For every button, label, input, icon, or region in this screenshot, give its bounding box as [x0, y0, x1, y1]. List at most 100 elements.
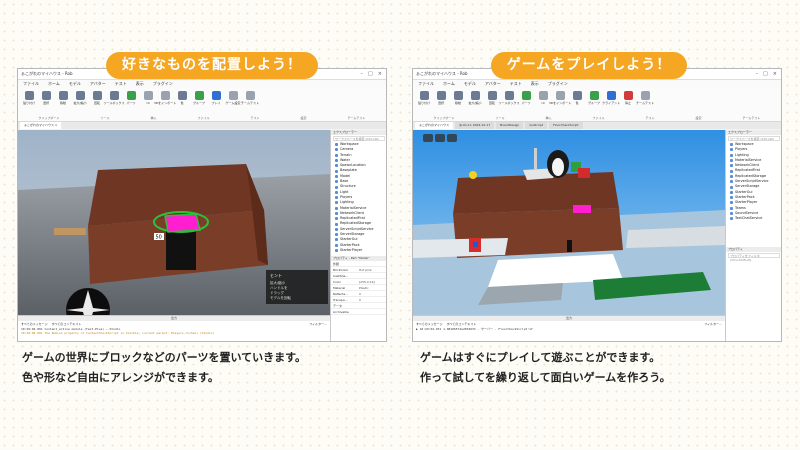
color-button[interactable]: 色: [175, 91, 189, 108]
ui-button[interactable]: UI: [141, 91, 155, 108]
tree-item[interactable]: StarterPlayer: [335, 248, 386, 253]
part-button[interactable]: パーツ: [519, 91, 533, 108]
scale-button[interactable]: 拡大/縮小: [468, 91, 482, 108]
explorer-search[interactable]: ワークスペースを検索 (Ctrl+Shi: [333, 136, 385, 141]
paste-button[interactable]: 貼り付け: [417, 91, 431, 108]
ribbon-button-label: 色: [180, 101, 184, 105]
menu-avatar[interactable]: アバター: [90, 81, 106, 87]
menu-plugins[interactable]: プラグイン: [153, 81, 173, 87]
property-name: Material: [333, 286, 346, 291]
filter-contexts[interactable]: すべてのコンテキスト: [52, 322, 82, 326]
hint-line-3: ドラッグ: [270, 290, 284, 295]
tab-gui-script[interactable]: GuiScript: [525, 122, 548, 129]
group-button[interactable]: グループ: [587, 91, 601, 108]
menu-plugins[interactable]: プラグイン: [548, 81, 568, 87]
tree-node-icon: [335, 217, 338, 221]
yellow-object: [469, 171, 477, 179]
tree-item[interactable]: TextChatService: [730, 216, 781, 221]
cursor-button[interactable]: 選択: [434, 91, 448, 108]
group-button[interactable]: グループ: [192, 91, 206, 108]
close-icon[interactable]: ×: [773, 71, 777, 77]
client-button[interactable]: クライアント: [602, 91, 620, 108]
hot-pink-part[interactable]: [164, 213, 201, 233]
color-button[interactable]: 色: [570, 91, 584, 108]
import-button[interactable]: 3Dをインポート: [549, 91, 571, 108]
close-icon[interactable]: ×: [378, 71, 382, 77]
ribbon-group-label: チームテスト: [347, 116, 366, 120]
cursor-button[interactable]: 選択: [39, 91, 53, 108]
play-button[interactable]: プレイ: [209, 91, 223, 108]
tree-node-icon: [335, 180, 338, 184]
tab-floor-check-script[interactable]: FloorCheckScript: [549, 122, 583, 129]
properties-search[interactable]: プロパティをフィルタ (Ctrl+Shift+P): [728, 253, 780, 262]
filter-search[interactable]: フィルター...: [704, 322, 722, 326]
menu-test[interactable]: テスト: [510, 81, 522, 87]
ui-button[interactable]: UI: [536, 91, 550, 108]
property-row[interactable]: Archivable: [331, 309, 386, 316]
rotate-button[interactable]: 回転: [90, 91, 104, 108]
paste-button[interactable]: 貼り付け: [22, 91, 36, 108]
player-avatar[interactable]: [567, 240, 572, 252]
settings-button[interactable]: ゲーム設定: [226, 91, 240, 108]
menu-view[interactable]: 表示: [531, 81, 539, 87]
menu-model[interactable]: モデル: [464, 81, 476, 87]
rotate-button[interactable]: 回転: [485, 91, 499, 108]
filter-messages[interactable]: すべてのメッセージ: [416, 322, 443, 326]
scale-button[interactable]: 拡大/縮小: [73, 91, 87, 108]
explorer-tree: Workspace Camera Terrain Water SpawnLocation…: [331, 142, 386, 253]
minimize-icon[interactable]: –: [756, 71, 759, 77]
tree-node-icon: [730, 206, 733, 210]
filter-contexts[interactable]: すべてのコンテキスト: [447, 322, 477, 326]
menu-avatar[interactable]: アバター: [485, 81, 501, 87]
toolbox-button[interactable]: ツールボックス: [104, 91, 124, 108]
maximize-icon[interactable]: □: [763, 71, 768, 77]
menu-view[interactable]: 表示: [136, 81, 144, 87]
ribbon-groups: クリップボード ツール 挿入 ファイル テスト 設定 チームテスト: [413, 116, 781, 120]
tree-node-icon: [730, 143, 733, 147]
tree-node-icon: [335, 196, 338, 200]
menu-test[interactable]: テスト: [115, 81, 127, 87]
play-icon: [211, 91, 221, 100]
move-button[interactable]: 移動: [451, 91, 465, 108]
menu-file[interactable]: ファイル: [23, 81, 39, 87]
menu-home[interactable]: ホーム: [48, 81, 60, 87]
ribbon-button-label: 移動: [59, 101, 66, 105]
part-button[interactable]: パーツ: [124, 91, 138, 108]
tab-session[interactable]: @-01-11 2024-10-17: [454, 122, 495, 129]
chat-icon[interactable]: [435, 134, 445, 142]
document-tabs: ぁこがれのマイハウス @-01-11 2024-10-17 BoardDesig…: [413, 122, 781, 129]
output-panel: 出力 すべてのメッセージ すべてのコンテキスト フィルター... 10:29:0…: [18, 315, 330, 341]
window-title: ぁこがれのマイハウス - Rob: [21, 71, 73, 76]
explorer-search[interactable]: ワークスペースを検索 (Ctrl+Shi: [728, 136, 780, 141]
tab-place[interactable]: ぁこがれのマイハウス ×: [20, 122, 62, 129]
menu-file[interactable]: ファイル: [418, 81, 434, 87]
roblox-menu-icon[interactable]: [423, 134, 433, 142]
property-name: BrickColor: [333, 268, 349, 273]
tree-node-icon: [335, 222, 338, 226]
explorer-panel: エクスプローラー ワークスペースを検索 (Ctrl+Shi Workspace C…: [330, 130, 386, 341]
stop-button[interactable]: 停止: [621, 91, 635, 108]
game-viewport[interactable]: [413, 130, 725, 315]
ribbon-button-label: パーツ: [126, 101, 136, 105]
move-button[interactable]: 移動: [56, 91, 70, 108]
property-name: データ: [333, 304, 343, 309]
filter-messages[interactable]: すべてのメッセージ: [21, 322, 48, 326]
minimize-icon[interactable]: –: [361, 71, 364, 77]
menu-home[interactable]: ホーム: [443, 81, 455, 87]
caption-line: ゲームの世界にブロックなどのパーツを置いていきます。: [22, 351, 307, 364]
team-test-button[interactable]: チームテスト: [241, 91, 259, 108]
3d-viewport[interactable]: 50 ヒント 拡大/縮小 ハンドルを ドラッグ モデルを回転: [18, 130, 330, 315]
import-button[interactable]: 3Dをインポート: [154, 91, 176, 108]
output-panel: 出力 すべてのメッセージ すべてのコンテキスト フィルター... ▶ 10:29…: [413, 315, 725, 341]
backpack-icon[interactable]: [447, 134, 457, 142]
menu-model[interactable]: モデル: [69, 81, 81, 87]
ribbon: 貼り付け 選択 移動 拡大/縮小 回転 ツールボックス パーツ UI 3Dをインポート色 グループ…: [413, 88, 781, 122]
tab-board-design[interactable]: BoardDesign: [496, 122, 524, 129]
ribbon-button-label: 移動: [454, 101, 461, 105]
maximize-icon[interactable]: □: [368, 71, 373, 77]
toolbox-button[interactable]: ツールボックス: [499, 91, 519, 108]
filter-search[interactable]: フィルター...: [309, 322, 327, 326]
property-value: Hot pink: [359, 268, 372, 273]
team-test-button[interactable]: チームテスト: [636, 91, 654, 108]
tab-place[interactable]: ぁこがれのマイハウス: [415, 122, 453, 129]
